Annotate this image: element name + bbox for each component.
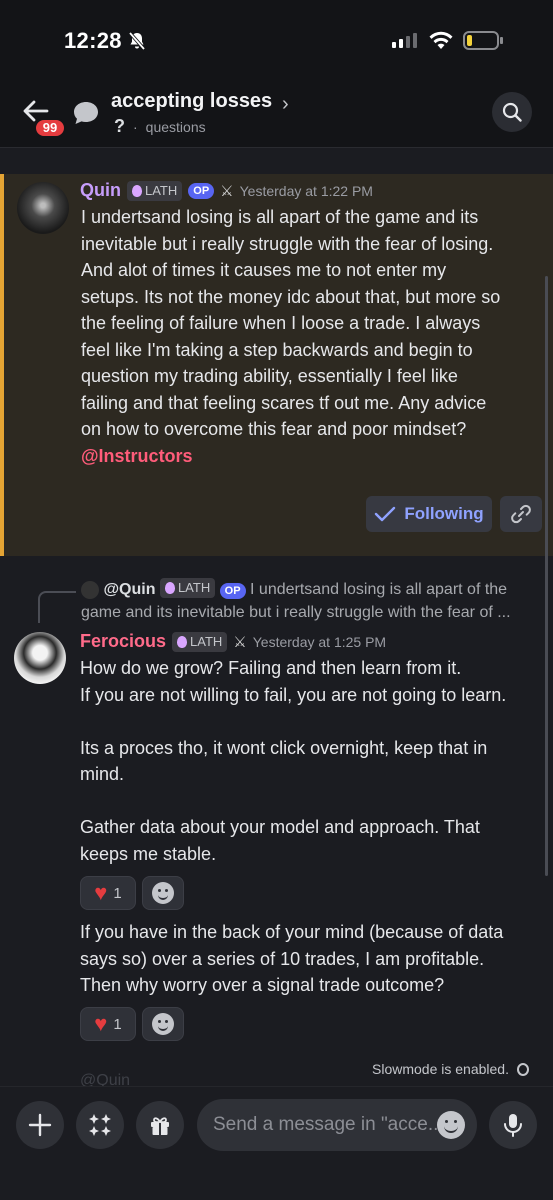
emoji-icon xyxy=(152,882,174,904)
add-attachment-button[interactable] xyxy=(16,1101,64,1149)
search-icon xyxy=(502,102,522,122)
role-badge: LATH xyxy=(159,578,216,598)
chevron-right-icon[interactable]: › xyxy=(282,93,289,116)
following-button[interactable]: Following xyxy=(366,496,492,532)
channel-subtitle[interactable]: ? · questions xyxy=(114,116,206,137)
message-header: Ferocious LATH ⚔ Yesterday at 1:25 PM xyxy=(80,631,386,652)
check-icon xyxy=(375,506,396,522)
battery-icon xyxy=(463,31,503,50)
reply-message-text-2: If you have in the back of your mind (be… xyxy=(80,922,504,995)
microphone-icon xyxy=(504,1114,522,1137)
apps-button[interactable] xyxy=(76,1101,124,1149)
add-reaction-button[interactable] xyxy=(142,1007,184,1041)
thread-title[interactable]: accepting losses xyxy=(111,90,272,113)
message-header: Quin LATH OP ⚔ Yesterday at 1:22 PM xyxy=(80,180,373,201)
reactions-row: ♥ 1 xyxy=(80,1007,184,1041)
status-bar: 12:28 xyxy=(0,0,553,80)
add-reaction-button[interactable] xyxy=(142,876,184,910)
op-tag: OP xyxy=(188,182,215,199)
op-message-text: I undertsand losing is all apart of the … xyxy=(81,204,543,469)
wifi-icon xyxy=(429,31,453,49)
sword-icon: ⚔ xyxy=(220,182,234,200)
thread-bubble-icon xyxy=(74,102,98,124)
reply-connector xyxy=(38,591,76,623)
status-time: 12:28 xyxy=(64,28,122,53)
emoji-picker-icon[interactable] xyxy=(437,1111,465,1139)
timestamp: Yesterday at 1:25 PM xyxy=(252,633,387,650)
unread-badge: 99 xyxy=(34,118,66,138)
author-name[interactable]: Quin xyxy=(80,180,121,201)
apps-sparkle-icon xyxy=(89,1114,111,1136)
role-badge[interactable]: LATH xyxy=(172,631,228,652)
role-badge[interactable]: LATH xyxy=(127,180,183,201)
voice-message-button[interactable] xyxy=(489,1101,537,1149)
channel-name: questions xyxy=(145,118,206,135)
role-drop-icon xyxy=(132,184,142,197)
heart-icon: ♥ xyxy=(94,1011,108,1036)
avatar-quin[interactable] xyxy=(17,182,69,234)
gift-icon xyxy=(151,1117,169,1135)
slowmode-notice: Slowmode is enabled. xyxy=(372,1061,529,1077)
timer-icon xyxy=(516,1062,529,1076)
op-tag: OP xyxy=(219,583,246,599)
heart-icon: ♥ xyxy=(94,880,108,905)
dot-separator: · xyxy=(133,118,138,135)
reply-message-text: How do we grow? Failing and then learn f… xyxy=(80,658,507,864)
role-drop-icon xyxy=(164,582,175,594)
sword-icon: ⚔ xyxy=(233,633,247,651)
copy-link-button[interactable] xyxy=(500,496,542,532)
instructors-mention[interactable]: @Instructors xyxy=(81,443,543,470)
heart-reaction[interactable]: ♥ 1 xyxy=(80,1007,136,1041)
reply-preview[interactable]: @Quin LATH OP I undertsand losing is all… xyxy=(81,578,541,624)
signal-icon xyxy=(392,33,417,48)
search-button[interactable] xyxy=(492,92,532,132)
bell-muted-icon xyxy=(128,31,146,51)
emoji-icon xyxy=(152,1013,174,1035)
thread-header: 99 accepting losses › ? · questions xyxy=(0,80,553,148)
message-composer: Send a message in "acce.. xyxy=(0,1086,553,1200)
avatar-ferocious[interactable] xyxy=(14,632,66,684)
link-icon xyxy=(511,504,531,524)
message-input[interactable]: Send a message in "acce.. xyxy=(197,1099,477,1151)
timestamp: Yesterday at 1:22 PM xyxy=(239,182,373,199)
question-icon: ? xyxy=(114,116,125,136)
scrollbar[interactable] xyxy=(545,276,548,876)
mini-avatar xyxy=(81,580,99,599)
role-drop-icon xyxy=(177,635,188,648)
gift-button[interactable] xyxy=(136,1101,184,1149)
author-name[interactable]: Ferocious xyxy=(80,631,166,652)
plus-icon xyxy=(28,1113,52,1137)
reactions-row: ♥ 1 xyxy=(80,876,184,910)
op-message[interactable]: Quin LATH OP ⚔ Yesterday at 1:22 PM I un… xyxy=(0,174,553,556)
heart-reaction[interactable]: ♥ 1 xyxy=(80,876,136,910)
